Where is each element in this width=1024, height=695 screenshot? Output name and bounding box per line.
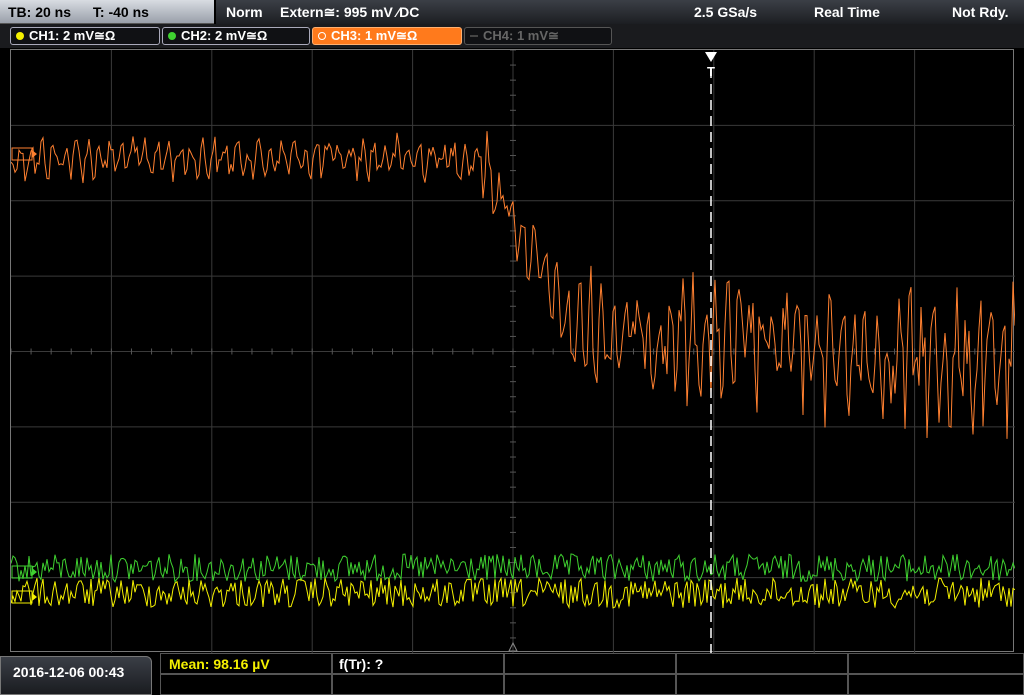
status-bar-left: TB: 20 ns T: -40 ns: [0, 0, 214, 24]
trigger-mode[interactable]: Norm: [226, 0, 263, 24]
channel-3-tab[interactable]: CH3: 1 mV≅Ω: [312, 27, 462, 45]
channel-4-tab[interactable]: CH4: 1 mV≅: [464, 27, 612, 45]
date-time-display: 2016-12-06 00:43: [0, 656, 152, 695]
measurement-bar: 2016-12-06 00:43 Mean: 98.16 µV f(Tr): ?: [0, 653, 1024, 695]
channel-bar: CH1: 2 mV≅Ω CH2: 2 mV≅Ω CH3: 1 mV≅Ω CH4:…: [0, 24, 1024, 48]
channel-4-label: CH4: 1 mV≅: [483, 28, 559, 43]
measurement-cell-empty[interactable]: [160, 674, 332, 695]
measurement-cell-mean[interactable]: Mean: 98.16 µV: [160, 653, 332, 674]
channel-4-indicator-icon: [470, 35, 478, 37]
channel-1-label: CH1: 2 mV≅Ω: [29, 28, 116, 43]
trigger-time-readout[interactable]: T: -40 ns: [93, 4, 149, 20]
channel-3-indicator-icon: [318, 32, 326, 40]
acquisition-state: Not Rdy.: [952, 4, 1009, 20]
measurement-cell-empty[interactable]: [848, 674, 1024, 695]
trigger-arrow-icon: [705, 52, 717, 62]
status-bar-right: Norm Extern≅: 995 mV ⁄DC 2.5 GSa/s Real …: [216, 0, 1024, 24]
channel-3-ground-marker-arrow-icon: [32, 150, 37, 158]
channel-1-indicator-icon: [16, 32, 24, 40]
ftr-measurement: f(Tr): ?: [339, 656, 384, 672]
trigger-marker-label: T: [707, 64, 715, 79]
measurement-cell-empty[interactable]: [504, 653, 676, 674]
acquisition-mode[interactable]: Real Time: [814, 0, 880, 24]
channel-2-label: CH2: 2 mV≅Ω: [181, 28, 268, 43]
measurement-cell-empty[interactable]: [332, 674, 504, 695]
timebase-readout[interactable]: TB: 20 ns: [8, 4, 71, 20]
measurement-cell-empty[interactable]: [676, 674, 848, 695]
mean-measurement: Mean: 98.16 µV: [169, 656, 270, 672]
channel-2-ground-marker-arrow-icon: [32, 568, 37, 576]
channel-2-tab[interactable]: CH2: 2 mV≅Ω: [162, 27, 310, 45]
waveform-display[interactable]: T: [10, 49, 1015, 653]
sample-rate[interactable]: 2.5 GSa/s: [694, 0, 757, 24]
measurement-table: Mean: 98.16 µV f(Tr): ?: [160, 653, 1024, 695]
channel-1-tab[interactable]: CH1: 2 mV≅Ω: [10, 27, 160, 45]
channel-1-ground-marker-arrow-icon: [32, 593, 37, 601]
waveform-canvas[interactable]: T: [11, 50, 1015, 653]
measurement-cell-empty[interactable]: [676, 653, 848, 674]
channel-3-label: CH3: 1 mV≅Ω: [331, 28, 418, 43]
measurement-cell-empty[interactable]: [848, 653, 1024, 674]
trigger-source[interactable]: Extern≅: 995 mV ⁄DC: [280, 0, 419, 24]
measurement-cell-empty[interactable]: [504, 674, 676, 695]
measurement-cell-ftr[interactable]: f(Tr): ?: [332, 653, 504, 674]
channel-2-indicator-icon: [168, 32, 176, 40]
